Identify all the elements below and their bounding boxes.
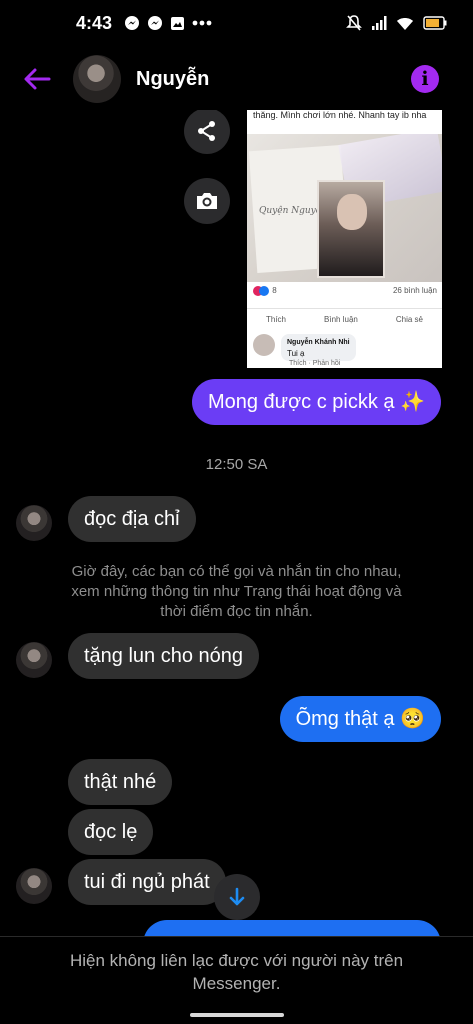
status-time: 4:43: [76, 13, 113, 33]
status-bar: 4:43: [0, 0, 473, 48]
message-bubble-incoming[interactable]: tặng lun cho nóng: [68, 633, 260, 679]
shared-post-image[interactable]: thăng. Mình chơi lớn nhé. Nhanh tay ib n…: [247, 110, 442, 368]
conversation-header: Nguyễn i: [0, 48, 473, 110]
contact-name[interactable]: Nguyễn: [136, 68, 209, 91]
message-bubble-outgoing[interactable]: Mong được c pickk ạ ✨: [191, 379, 441, 425]
post-comment-bubble: Nguyễn Khánh Nhi Tui ạ: [281, 334, 356, 361]
system-note: Giờ đây, các bạn có thể gọi và nhắn tin …: [71, 563, 402, 620]
share-button[interactable]: [184, 110, 230, 154]
post-comment-action: Bình luận: [324, 315, 358, 324]
mute-icon: [346, 15, 362, 31]
info-button[interactable]: i: [411, 65, 439, 93]
like-reaction-icon: [259, 286, 269, 296]
gallery-icon: [171, 16, 184, 30]
message-bubble-incoming[interactable]: tui đi ngủ phát: [68, 859, 226, 905]
post-reaction-count: 8: [272, 286, 277, 296]
post-comment-author: Nguyễn Khánh Nhi: [287, 339, 350, 346]
wifi-icon: [397, 17, 413, 30]
post-comment-avatar: [253, 334, 275, 356]
back-button[interactable]: [20, 62, 54, 96]
post-share-action: Chia sẻ: [395, 315, 423, 324]
contact-avatar-small[interactable]: [16, 642, 52, 678]
post-photo: Quyện Nguyệt: [247, 134, 442, 282]
share-icon: [198, 121, 215, 141]
message-bubble-incoming[interactable]: đọc địa chỉ: [68, 496, 196, 542]
notification-icons: [124, 15, 212, 31]
photocard-face: [337, 194, 367, 230]
contact-avatar[interactable]: [73, 55, 121, 103]
message-bubble-incoming[interactable]: thật nhé: [68, 759, 173, 805]
system-icons: [346, 14, 447, 32]
post-comment-text: Tui ạ: [287, 349, 305, 358]
post-photocard: [317, 180, 385, 278]
messenger-icon: [125, 16, 139, 30]
message-bubble-outgoing[interactable]: Õmg thật ạ 🥺: [279, 696, 441, 742]
message-timestamp: 12:50 SA: [205, 456, 268, 473]
message-list[interactable]: thăng. Mình chơi lớn nhé. Nhanh tay ib n…: [0, 110, 473, 936]
camera-icon: [197, 193, 217, 209]
unavailable-notice: Hiện không liên lạc được với người này t…: [69, 951, 404, 993]
post-comment-actions: Thích · Phản hồi: [289, 360, 341, 367]
post-actions: Thích Bình luận Chia sẻ: [247, 308, 442, 324]
post-stats: 8 26 bình luận: [253, 286, 437, 296]
message-bubble-incoming[interactable]: đọc lẹ: [68, 809, 154, 855]
back-arrow-icon: [24, 68, 51, 90]
scroll-to-bottom-button[interactable]: [214, 874, 260, 920]
arrow-down-icon: [229, 887, 245, 906]
messenger-icon: [148, 16, 162, 30]
more-dots-icon: [192, 20, 212, 26]
post-comment-count: 26 bình luận: [392, 286, 437, 295]
post-caption: thăng. Mình chơi lớn nhé. Nhanh tay ib n…: [253, 110, 427, 120]
message-bubble-outgoing-partial[interactable]: [143, 920, 441, 936]
post-comment: Nguyễn Khánh Nhi Tui ạ Thích · Phản hồi: [253, 334, 437, 367]
home-indicator[interactable]: [190, 1013, 284, 1017]
composer-unavailable-footer: Hiện không liên lạc được với người này t…: [0, 936, 473, 1024]
post-like-action: Thích: [266, 315, 287, 324]
contact-avatar-small[interactable]: [16, 868, 52, 904]
contact-avatar-small[interactable]: [16, 505, 52, 541]
save-photo-button[interactable]: [184, 178, 230, 224]
info-icon: i: [421, 68, 429, 90]
signal-icon: [372, 16, 387, 30]
battery-icon: [423, 16, 447, 30]
post-signature: Quyện Nguyệt: [259, 206, 325, 216]
